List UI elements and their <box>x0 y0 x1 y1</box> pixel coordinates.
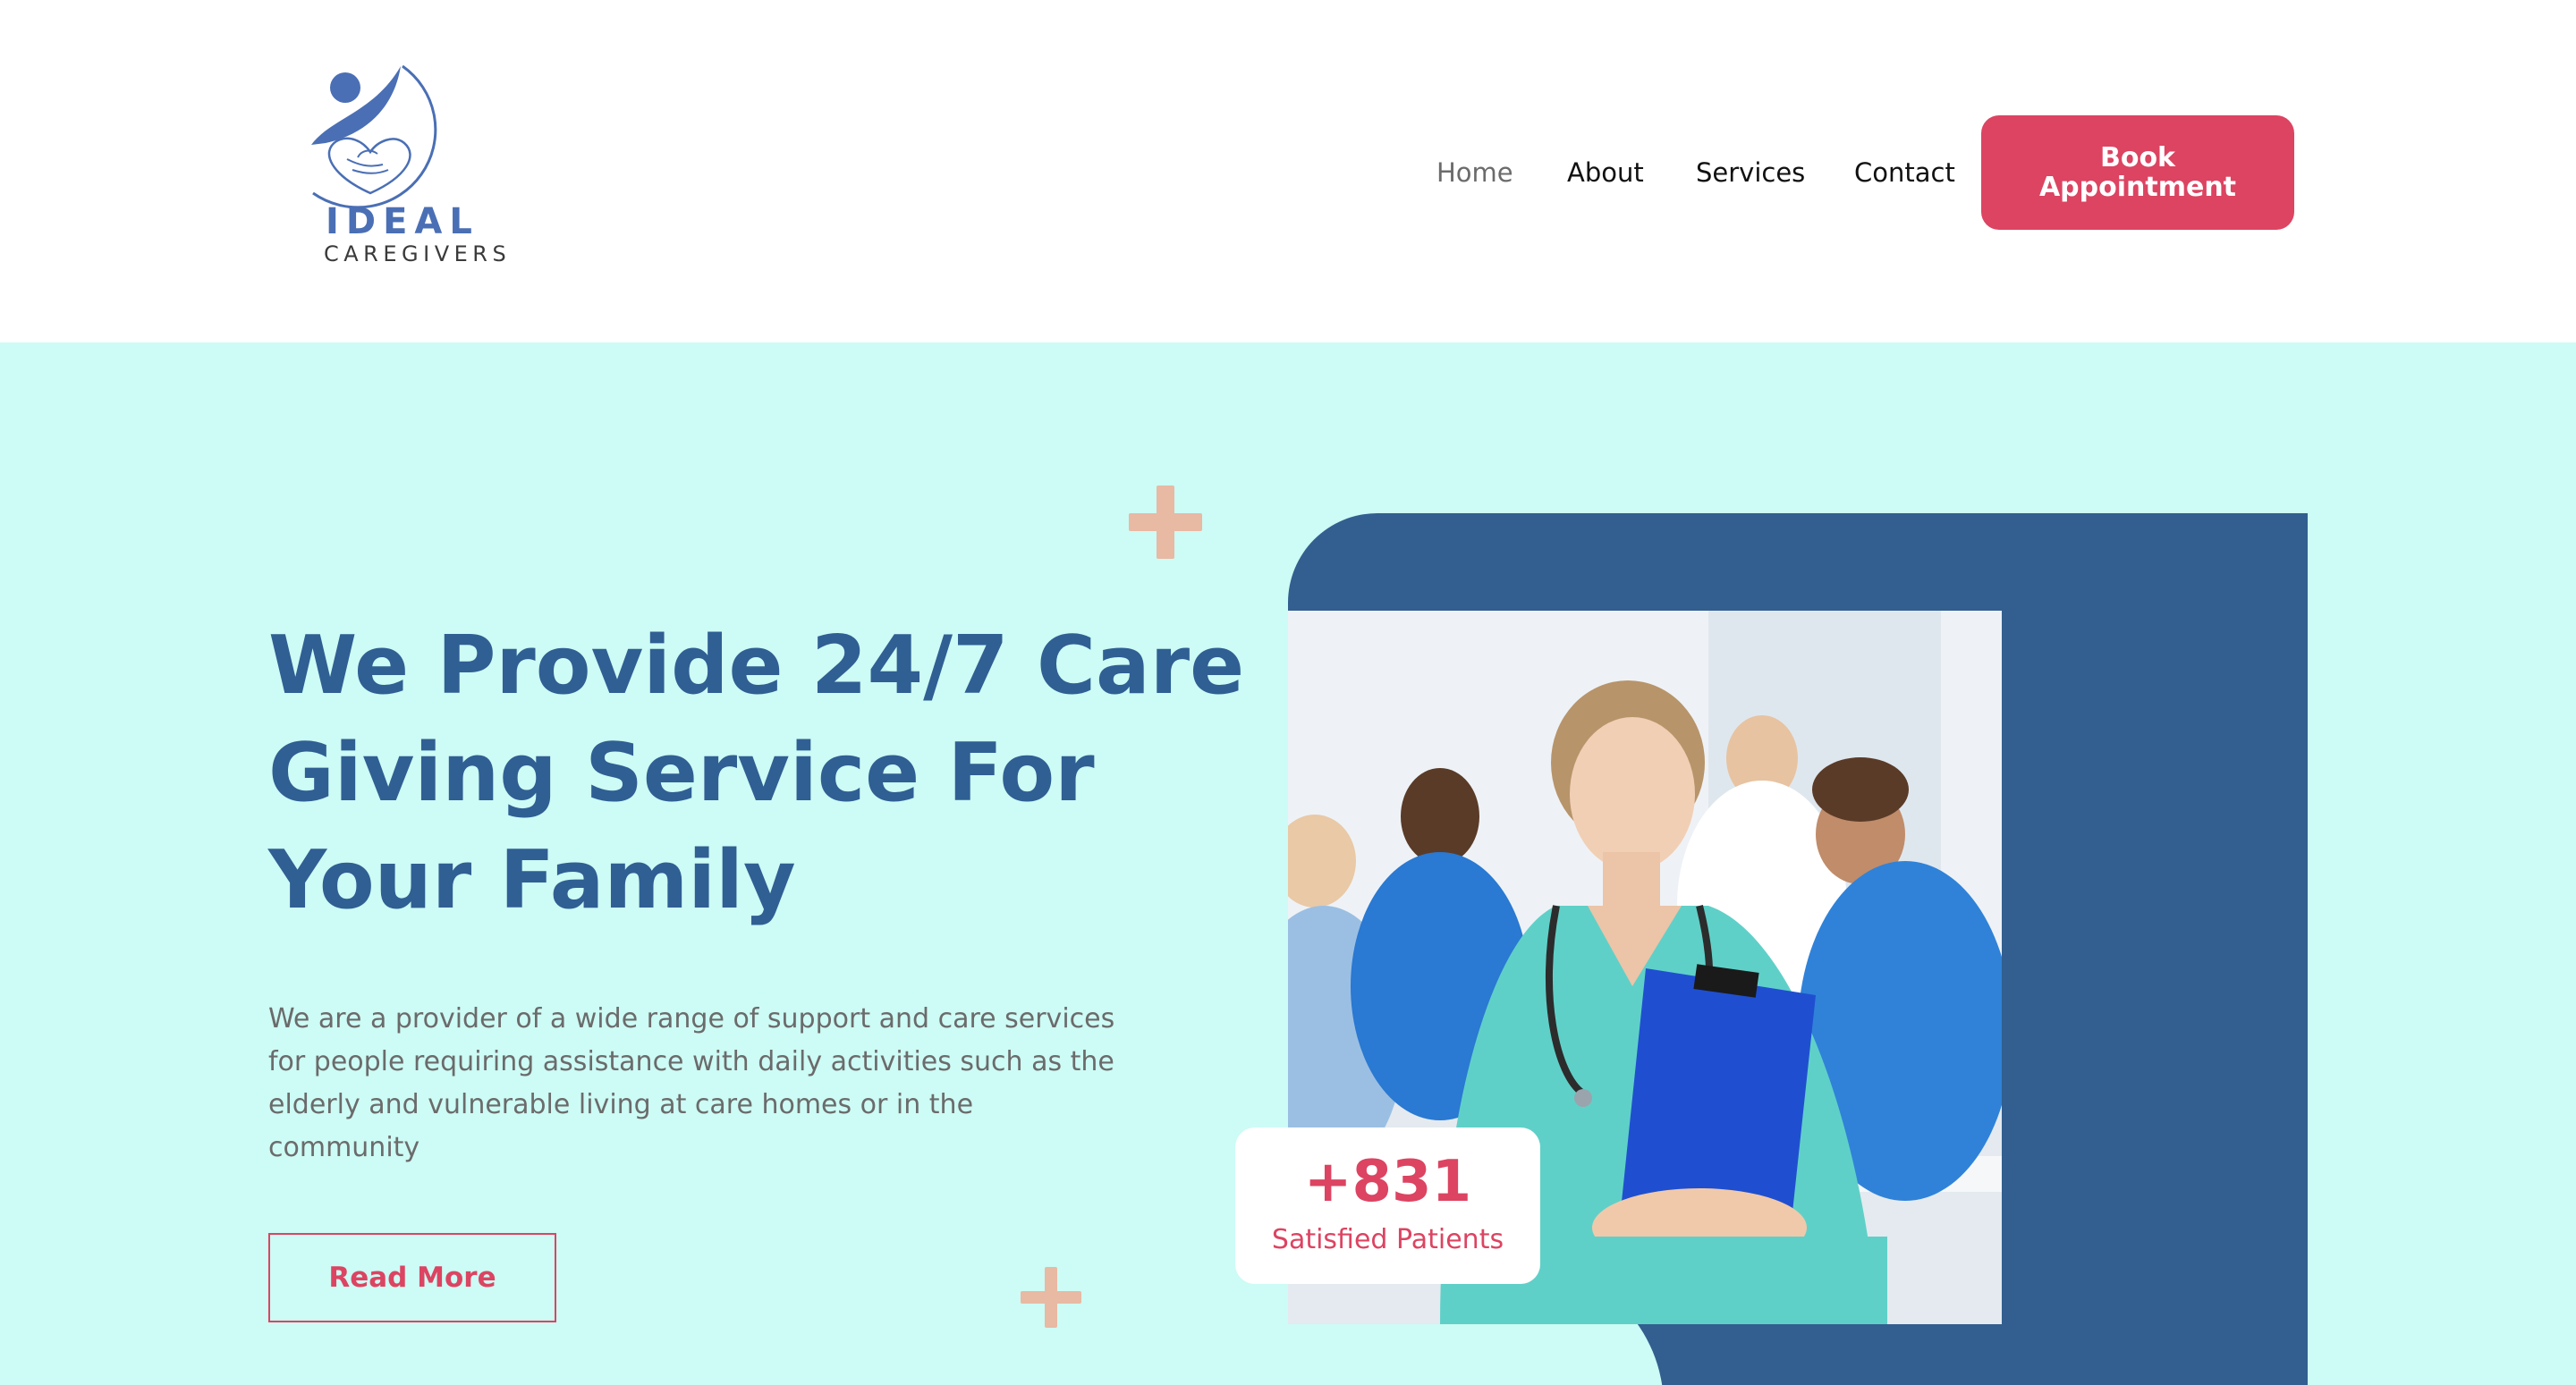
satisfied-patients-count: +831 <box>1303 1149 1472 1215</box>
hero-section: We Provide 24/7 Care Giving Service For … <box>0 342 2576 1385</box>
brand-name: IDEAL <box>326 201 479 242</box>
satisfied-patients-card: +831 Satisfied Patients <box>1235 1127 1540 1284</box>
plus-icon <box>1129 486 1202 559</box>
nav-services-link[interactable]: Services <box>1696 152 1805 193</box>
hero-title: We Provide 24/7 Care Giving Service For … <box>268 619 1245 927</box>
site-header: IDEAL CAREGIVERS Home About Services Con… <box>0 0 2576 342</box>
brand-logo[interactable]: IDEAL CAREGIVERS <box>295 59 537 274</box>
hero-description: We are a provider of a wide range of sup… <box>268 1003 1115 1163</box>
satisfied-patients-label: Satisfied Patients <box>1271 1224 1504 1255</box>
brand-tagline: CAREGIVERS <box>324 241 512 266</box>
read-more-button[interactable]: Read More <box>268 1233 556 1322</box>
book-appointment-button[interactable]: Book Appointment <box>1981 115 2294 230</box>
nav-about-link[interactable]: About <box>1567 152 1644 193</box>
plus-icon <box>1021 1267 1081 1328</box>
nav-contact-link[interactable]: Contact <box>1854 152 1955 193</box>
nav-home-link[interactable]: Home <box>1436 152 1513 193</box>
